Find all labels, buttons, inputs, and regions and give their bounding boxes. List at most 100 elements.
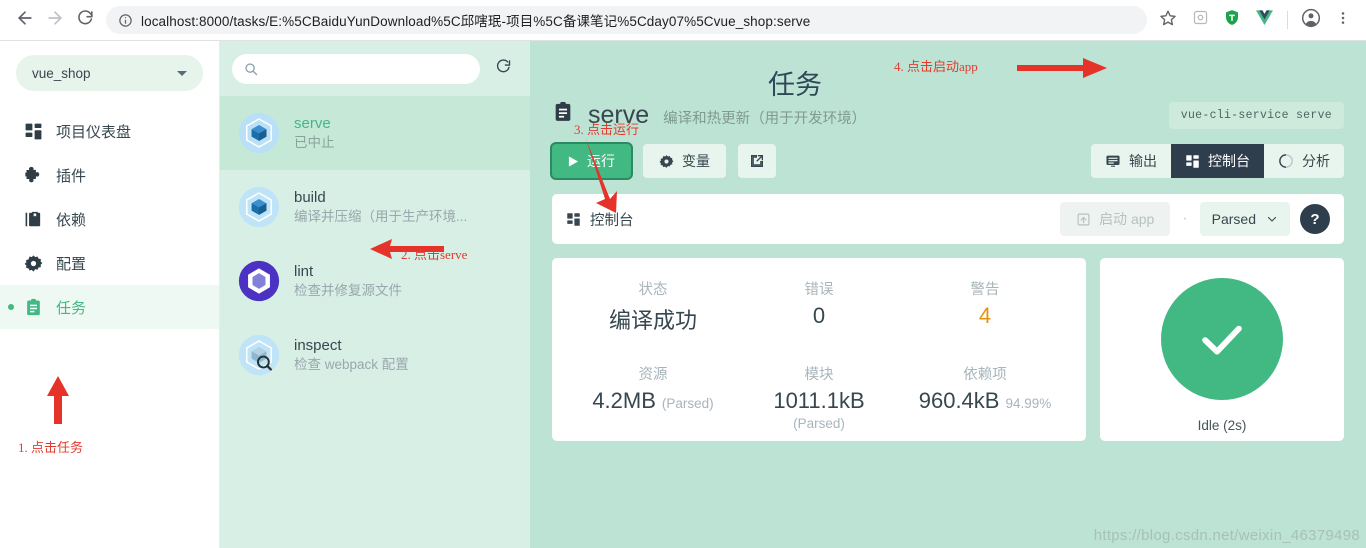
clipboard-icon (22, 296, 44, 318)
task-description: 编译并压缩（用于生产环境... (294, 209, 468, 225)
sidebar-item-plugins[interactable]: 插件 (0, 153, 219, 197)
search-icon (244, 62, 258, 76)
shield-extension-button[interactable] (1219, 7, 1245, 33)
task-row[interactable]: build 编译并压缩（用于生产环境... (220, 170, 530, 244)
console-mode-select[interactable]: Parsed (1199, 202, 1290, 236)
extension-icon (1192, 9, 1209, 31)
task-name: lint (294, 262, 314, 280)
gear-icon (22, 252, 44, 274)
task-text: serve 已中止 (294, 114, 335, 152)
stat-value-row: 编译成功 (570, 303, 736, 335)
tab-output[interactable]: 输出 (1091, 144, 1171, 178)
browser-toolbar-icons (1155, 7, 1356, 33)
task-name: inspect (294, 336, 342, 354)
extension-button[interactable] (1187, 7, 1213, 33)
stat-value: 1011.1kB (773, 388, 865, 413)
tab-analyze[interactable]: 分析 (1264, 144, 1344, 178)
run-button[interactable]: 运行 (552, 144, 631, 178)
console-title: 控制台 (566, 209, 634, 230)
sidebar-item-dependencies[interactable]: 依赖 (0, 197, 219, 241)
gear-icon (659, 154, 674, 169)
check-icon (1195, 312, 1249, 366)
dashboard-icon (1185, 154, 1200, 169)
task-search-row (220, 41, 530, 96)
shield-extension-icon (1223, 8, 1241, 32)
toolbar-divider (1287, 11, 1288, 29)
sidebar-item-dashboard[interactable]: 项目仪表盘 (0, 109, 219, 153)
info-circle-icon[interactable] (118, 13, 133, 28)
sidebar-item-label: 配置 (56, 255, 87, 273)
task-row[interactable]: serve 已中止 (220, 96, 530, 170)
stat-sub: 94.99% (1005, 396, 1052, 411)
annotation-arrow-1 (47, 376, 69, 424)
launch-app-button[interactable]: 启动 app (1060, 202, 1171, 236)
stat-assets: 资源 4.2MB (Parsed) (570, 363, 736, 431)
console-title-label: 控制台 (590, 212, 634, 229)
search-input[interactable] (266, 61, 468, 76)
stat-sub: (Parsed) (793, 416, 845, 431)
app-root: vue_shop 项目仪表盘 插件 依赖 配置 任务 1. 点击任务 serve… (0, 41, 1366, 548)
annotation-label-1: 1. 点击任务 (18, 440, 84, 455)
reload-button[interactable] (70, 5, 100, 35)
sidebar-item-configuration[interactable]: 配置 (0, 241, 219, 285)
task-text: inspect 检查 webpack 配置 (294, 336, 409, 374)
webpack-icon (238, 112, 280, 154)
sidebar: vue_shop 项目仪表盘 插件 依赖 配置 任务 1. 点击任务 (0, 41, 220, 548)
stat-value-row: 960.4kB 94.99% (902, 388, 1068, 414)
clipboard-icon (552, 101, 574, 123)
task-description: 检查 webpack 配置 (294, 357, 409, 373)
project-selector[interactable]: vue_shop (16, 55, 203, 91)
stat-label: 警告 (970, 282, 1000, 298)
sidebar-item-tasks[interactable]: 任务 (0, 285, 219, 329)
detail-title-row: serve 编译和热更新（用于开发环境） (552, 101, 1157, 130)
help-icon: ? (1310, 210, 1320, 228)
status-indicator (1161, 278, 1283, 400)
build-status-card: Idle (2s) (1100, 258, 1344, 441)
stat-status: 状态 编译成功 (570, 278, 736, 335)
back-button[interactable] (10, 5, 40, 35)
address-bar-url: localhost:8000/tasks/E:%5CBaiduYunDownlo… (141, 14, 811, 29)
stat-label: 错误 (804, 282, 834, 298)
sidebar-item-label: 插件 (56, 167, 87, 185)
output-icon (1105, 153, 1121, 169)
task-text: build 编译并压缩（用于生产环境... (294, 188, 467, 226)
dashboard-icon (566, 212, 581, 227)
variables-button[interactable]: 变量 (643, 144, 726, 178)
refresh-tasks-button[interactable] (490, 56, 516, 82)
open-external-button[interactable] (738, 144, 776, 178)
launch-app-icon (1076, 212, 1091, 227)
webpack-inspect-icon (238, 334, 280, 376)
back-arrow-icon (15, 8, 35, 33)
search-box[interactable] (232, 53, 480, 84)
stat-value-row: 4 (902, 303, 1068, 329)
forward-button[interactable] (40, 5, 70, 35)
bookmark-star-button[interactable] (1155, 7, 1181, 33)
tab-label: 输出 (1129, 153, 1157, 169)
stat-modules: 模块 1011.1kB (Parsed) (736, 363, 902, 431)
forward-arrow-icon (45, 8, 65, 33)
stat-value: 4.2MB (592, 388, 656, 413)
console-mode-value: Parsed (1211, 211, 1256, 227)
browser-toolbar: localhost:8000/tasks/E:%5CBaiduYunDownlo… (0, 0, 1366, 41)
help-button[interactable]: ? (1300, 204, 1330, 234)
profile-button[interactable] (1298, 7, 1324, 33)
task-description: 检查并修复源文件 (294, 283, 402, 299)
stat-label: 模块 (804, 367, 834, 383)
webpack-icon (238, 186, 280, 228)
console-toolbar: 控制台 4. 点击启动app 启动 app · Parsed ? (552, 58, 1344, 244)
tab-console[interactable]: 控制台 (1171, 144, 1264, 178)
toolbar-separator-dot: · (1182, 210, 1188, 227)
task-row[interactable]: lint 检查并修复源文件 (220, 244, 530, 318)
stat-label: 状态 (638, 282, 668, 298)
task-name: serve (294, 114, 331, 132)
address-bar[interactable]: localhost:8000/tasks/E:%5CBaiduYunDownlo… (106, 6, 1147, 34)
tab-label: 分析 (1302, 153, 1330, 169)
chrome-menu-button[interactable] (1330, 7, 1356, 33)
stat-label: 依赖项 (963, 367, 1007, 383)
stat-value-row: 0 (736, 303, 902, 329)
task-row[interactable]: inspect 检查 webpack 配置 (220, 318, 530, 392)
stat-value: 编译成功 (608, 308, 697, 333)
task-detail-panel: 任务 3. 点击运行 serve 编译和热更新（用于开发环境） vue-cli-… (530, 41, 1366, 548)
vue-devtools-button[interactable] (1251, 7, 1277, 33)
chevron-down-icon (1266, 213, 1278, 225)
